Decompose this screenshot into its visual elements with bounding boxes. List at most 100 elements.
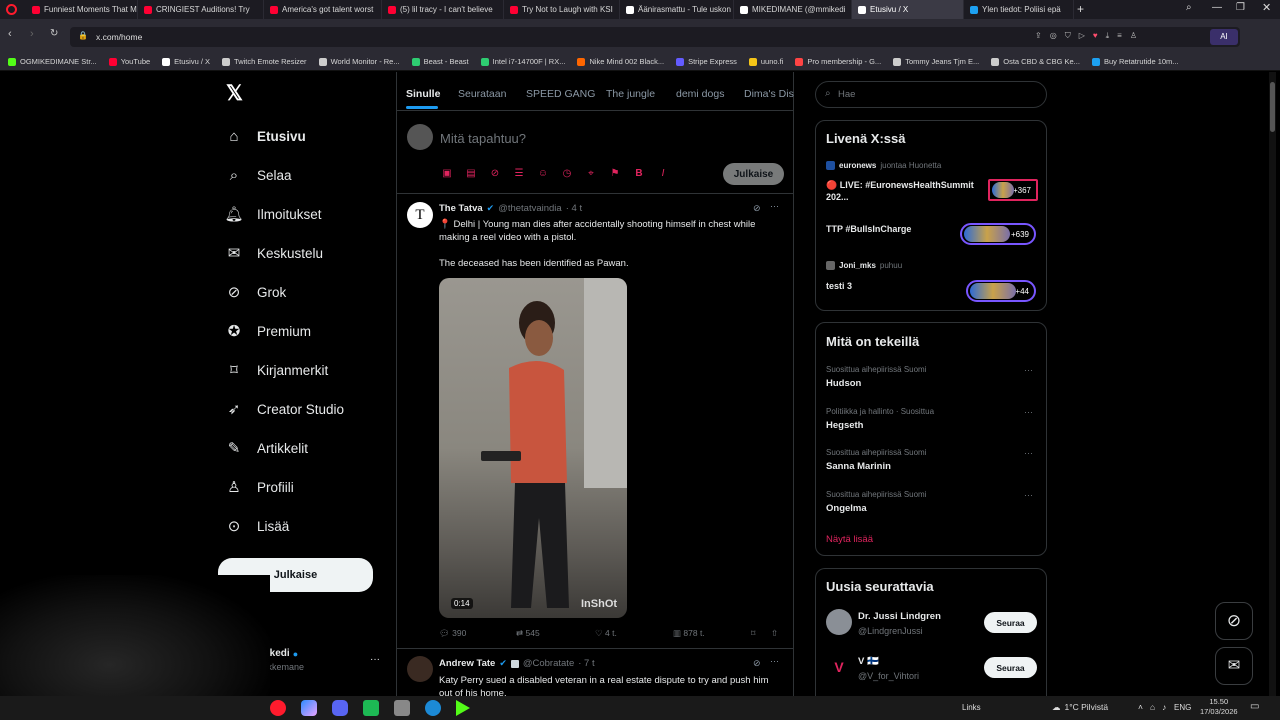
location-icon[interactable]: ⌖ (585, 168, 597, 180)
author-avatar[interactable] (407, 656, 433, 682)
copilot-icon[interactable] (301, 700, 317, 716)
nav-item-premium[interactable]: ✪ Premium (224, 317, 311, 345)
bookmark-item[interactable]: Osta CBD & CBG Ke... (991, 57, 1080, 66)
account-switcher[interactable]: mikedi ● mikkemane ··· (258, 648, 383, 680)
bold-icon[interactable]: B (633, 168, 645, 180)
extension-icons[interactable]: ⇪ ◎ ⛉ ▷ ♥ ⤓ ≡ ♙ (1035, 31, 1137, 41)
opera-icon[interactable] (270, 700, 286, 716)
nav-item-grok[interactable]: ⊘ Grok (224, 278, 287, 306)
emoji-icon[interactable]: ☺ (537, 168, 549, 180)
discord-icon[interactable] (332, 700, 348, 716)
post-handle[interactable]: @Cobratate (523, 658, 574, 669)
follow-avatar[interactable] (826, 609, 852, 635)
browser-tab[interactable]: Ylen tiedot: Poliisi epä (964, 0, 1074, 19)
grok-icon[interactable]: ⊘ (489, 168, 501, 180)
feed-tab[interactable]: demi dogs (676, 88, 724, 100)
bookmark-item[interactable]: Twitch Emote Resizer (222, 57, 307, 66)
url-field[interactable]: 🔒 x.com/home ⇪ ◎ ⛉ ▷ ♥ ⤓ ≡ ♙ AI (70, 27, 1240, 47)
bookmark-item[interactable]: Tommy Jeans Tjm E... (893, 57, 979, 66)
nav-item-profiili[interactable]: ♙ Profiili (224, 473, 294, 501)
reply-button[interactable]: 💬︎ 390 (439, 628, 466, 639)
browser-tab[interactable]: America's got talent worst (264, 0, 382, 19)
bookmark-item[interactable]: Buy Retatrutide 10m... (1091, 57, 1179, 66)
trend-item[interactable]: Suosittua aihepiirissä Suomi Sanna Marini… (826, 448, 1041, 482)
feed-tab[interactable]: Sinulle (406, 88, 440, 100)
page-scrollbar[interactable] (1269, 72, 1276, 696)
tray-icons[interactable]: ˄ ⌂ ♪ (1138, 702, 1166, 712)
views-button[interactable]: ▥ 878 t. (673, 628, 705, 639)
feed-tab[interactable]: The jungle (606, 88, 655, 100)
spotify-icon[interactable] (363, 700, 379, 716)
browser-tab[interactable]: CRINGIEST Auditions! Try (138, 0, 264, 19)
live-avatars[interactable]: +639 (960, 223, 1036, 245)
nav-item-kirjanmerkit[interactable]: ⌑ Kirjanmerkit (224, 356, 328, 384)
close-icon[interactable]: ✕ (1262, 1, 1271, 14)
heart-icon[interactable]: ♥ (1093, 31, 1098, 41)
camera-icon[interactable]: ◎ (1050, 31, 1057, 41)
follow-avatar[interactable]: V (826, 654, 852, 680)
minimize-icon[interactable]: — (1212, 2, 1222, 13)
live-avatars[interactable]: +44 (966, 280, 1036, 302)
nav-item-creator-studio[interactable]: ➶ Creator Studio (224, 395, 344, 423)
grok-icon[interactable]: ⊘ (753, 203, 761, 214)
show-more-link[interactable]: Näytä lisää (826, 534, 873, 545)
bookmark-item[interactable]: Pro membership - G... (795, 57, 881, 66)
bookmark-item[interactable]: uuno.fi (748, 57, 783, 66)
menu-icon[interactable]: ≡ (1117, 31, 1122, 41)
edge-icon[interactable] (425, 700, 441, 716)
live-title[interactable]: 🔴 LIVE: #EuronewsHealthSummit 202... (826, 179, 986, 203)
browser-tab[interactable]: MIKEDIMANE (@mmikedi (734, 0, 852, 19)
post-handle[interactable]: @thetatvaindia (498, 203, 562, 214)
post-time[interactable]: · 7 t (578, 658, 594, 669)
post-author[interactable]: The Tatva (439, 203, 483, 214)
messages-float-button[interactable]: ✉ (1215, 647, 1253, 685)
bookmark-item[interactable]: Stripe Express (676, 57, 737, 66)
italic-icon[interactable]: I (657, 168, 669, 180)
trend-more-icon[interactable]: ··· (1024, 407, 1033, 417)
live-avatars[interactable]: +367 (988, 179, 1038, 201)
bookmark-item[interactable]: Etusivu / X (162, 57, 210, 66)
notification-icon[interactable]: ▭ (1250, 701, 1259, 712)
live-title[interactable]: testi 3 (826, 280, 986, 292)
stream-icon[interactable] (456, 700, 470, 716)
ai-button[interactable]: AI (1210, 29, 1238, 45)
schedule-icon[interactable]: ◷ (561, 168, 573, 180)
image-icon[interactable]: ▣ (441, 168, 453, 180)
gif-icon[interactable]: ▤ (465, 168, 477, 180)
nav-item-ilmoitukset[interactable]: 🔔︎ Ilmoitukset (224, 200, 321, 228)
nav-item-lisää[interactable]: ⊙ Lisää (224, 512, 290, 540)
bookmark-item[interactable]: World Monitor - Re... (318, 57, 400, 66)
maximize-icon[interactable]: ❐ (1236, 2, 1245, 13)
trend-item[interactable]: Politiikka ja hallinto · Suosittua Hegset… (826, 407, 1041, 441)
follow-name[interactable]: Dr. Jussi Lindgren (858, 611, 941, 622)
shield-icon[interactable]: ⛉ (1065, 31, 1071, 41)
x-logo-icon[interactable]: 𝕏 (226, 83, 246, 105)
compose-post-button[interactable]: Julkaise (723, 163, 784, 185)
new-tab-icon[interactable]: + (1077, 2, 1084, 16)
trend-item[interactable]: Suosittua aihepiirissä Suomi Ongelma ··· (826, 490, 1041, 524)
search-tabs-icon[interactable]: ⌕ (1186, 2, 1192, 13)
post-author[interactable]: Andrew Tate (439, 658, 495, 669)
follow-button[interactable]: Seuraa (984, 612, 1037, 633)
links-toolbar[interactable]: Links (962, 703, 981, 712)
post-more-icon[interactable]: ··· (770, 656, 779, 666)
reload-icon[interactable]: ↻ (50, 28, 58, 39)
like-button[interactable]: ♡ 4 t. (595, 628, 617, 639)
repost-button[interactable]: ⇄ 545 (516, 628, 540, 639)
share-icon[interactable]: ⇪ (1035, 31, 1042, 41)
clock[interactable]: 15.50 17/03/2026 (1200, 697, 1238, 717)
play-icon[interactable]: ▷ (1079, 31, 1085, 41)
nav-item-etusivu[interactable]: ⌂ Etusivu (224, 122, 305, 150)
nav-item-artikkelit[interactable]: ✎ Artikkelit (224, 434, 308, 462)
trend-more-icon[interactable]: ··· (1024, 448, 1033, 458)
security-icon[interactable] (394, 700, 410, 716)
post-more-icon[interactable]: ··· (770, 201, 779, 211)
feed-tab[interactable]: Dima's Dist (744, 88, 794, 100)
bookmark-item[interactable]: Nike Mind 002 Black... (577, 57, 664, 66)
profile-icon[interactable]: ♙ (1130, 31, 1137, 41)
live-host[interactable]: Joni_mks puhuu (826, 261, 902, 270)
flag-icon[interactable]: ⚑ (609, 168, 621, 180)
live-host[interactable]: euronews juontaa Huonetta (826, 161, 941, 170)
follow-handle[interactable]: @V_for_Vihtori (858, 671, 919, 681)
bookmark-item[interactable]: Beast - Beast (411, 57, 469, 66)
